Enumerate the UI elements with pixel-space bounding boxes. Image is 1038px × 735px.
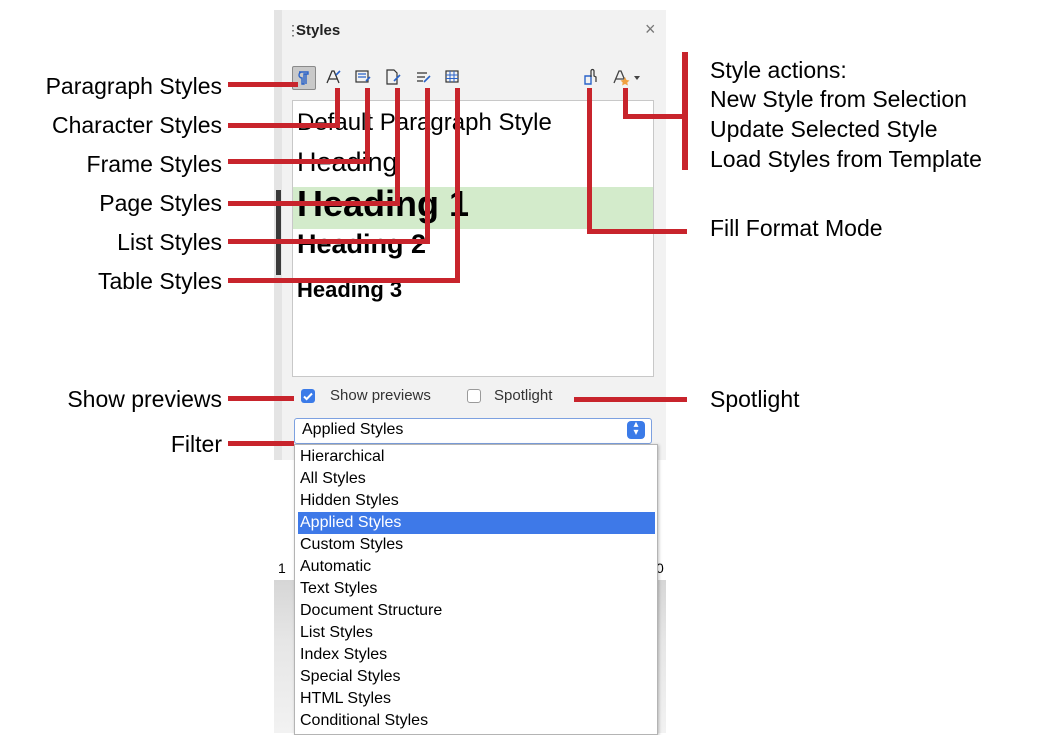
callout-line [587,229,687,234]
callout-update-style: Update Selected Style [710,116,938,142]
callout-line [228,278,460,283]
filter-option[interactable]: HTML Styles [298,688,655,710]
filter-option[interactable]: Automatic [298,556,655,578]
callout-line [228,239,430,244]
filter-value: Applied Styles [302,421,404,438]
callout-paragraph-styles: Paragraph Styles [45,73,222,99]
callout-filter: Filter [170,431,222,457]
fill-format-mode-icon[interactable] [580,66,602,88]
filter-option[interactable]: Conditional Styles [298,710,655,732]
callout-style-actions: Style actions: [710,57,847,83]
callout-line [365,88,370,164]
frame-styles-icon[interactable] [352,66,374,88]
callout-show-previews: Show previews [67,386,222,412]
ruler-number: 1 [278,560,286,576]
callout-line [587,88,592,234]
callout-line [623,88,628,118]
filter-option[interactable]: All Styles [298,468,655,490]
filter-option[interactable]: Custom Styles [298,534,655,556]
filter-option[interactable]: List Styles [298,622,655,644]
callout-line [228,159,370,164]
callout-fill-format: Fill Format Mode [710,215,883,241]
callout-line [228,396,294,401]
callout-frame-styles: Frame Styles [86,151,222,177]
callout-line [228,201,400,206]
callout-line [623,114,685,119]
table-styles-icon[interactable] [442,66,464,88]
deck-title: Styles [296,22,341,39]
callout-line [335,88,340,128]
callout-line [228,123,340,128]
callout-new-style: New Style from Selection [710,86,967,112]
callout-line [425,88,430,244]
callout-line [574,397,687,402]
spotlight-checkbox[interactable] [467,389,481,403]
chevron-up-down-icon[interactable]: ▴ ▾ [627,420,645,439]
callout-spotlight: Spotlight [710,386,800,412]
callout-line [682,52,688,170]
spotlight-label: Spotlight [494,387,553,404]
show-previews-label: Show previews [330,387,431,404]
callout-line [455,88,460,283]
filter-option[interactable]: Special Styles [298,666,655,688]
filter-option[interactable]: Hierarchical [298,446,655,468]
callout-line [228,82,298,87]
filter-option[interactable]: Index Styles [298,644,655,666]
callout-load-styles: Load Styles from Template [710,146,982,172]
filter-option[interactable]: Hidden Styles [298,490,655,512]
filter-option-selected[interactable]: Applied Styles [298,512,655,534]
list-item[interactable]: Heading 2 [297,229,426,260]
close-button[interactable]: × [645,19,656,40]
callout-line [395,88,400,206]
list-styles-icon[interactable] [412,66,434,88]
character-styles-icon[interactable] [322,66,344,88]
style-actions-icon[interactable] [610,66,644,88]
callout-page-styles: Page Styles [99,190,222,216]
callout-character-styles: Character Styles [51,112,222,138]
show-previews-checkbox[interactable] [301,389,315,403]
callout-list-styles: List Styles [117,229,222,255]
filter-option[interactable]: Document Structure [298,600,655,622]
page-styles-icon[interactable] [382,66,404,88]
callout-table-styles: Table Styles [97,268,222,294]
callout-line [228,441,294,446]
filter-option[interactable]: Text Styles [298,578,655,600]
